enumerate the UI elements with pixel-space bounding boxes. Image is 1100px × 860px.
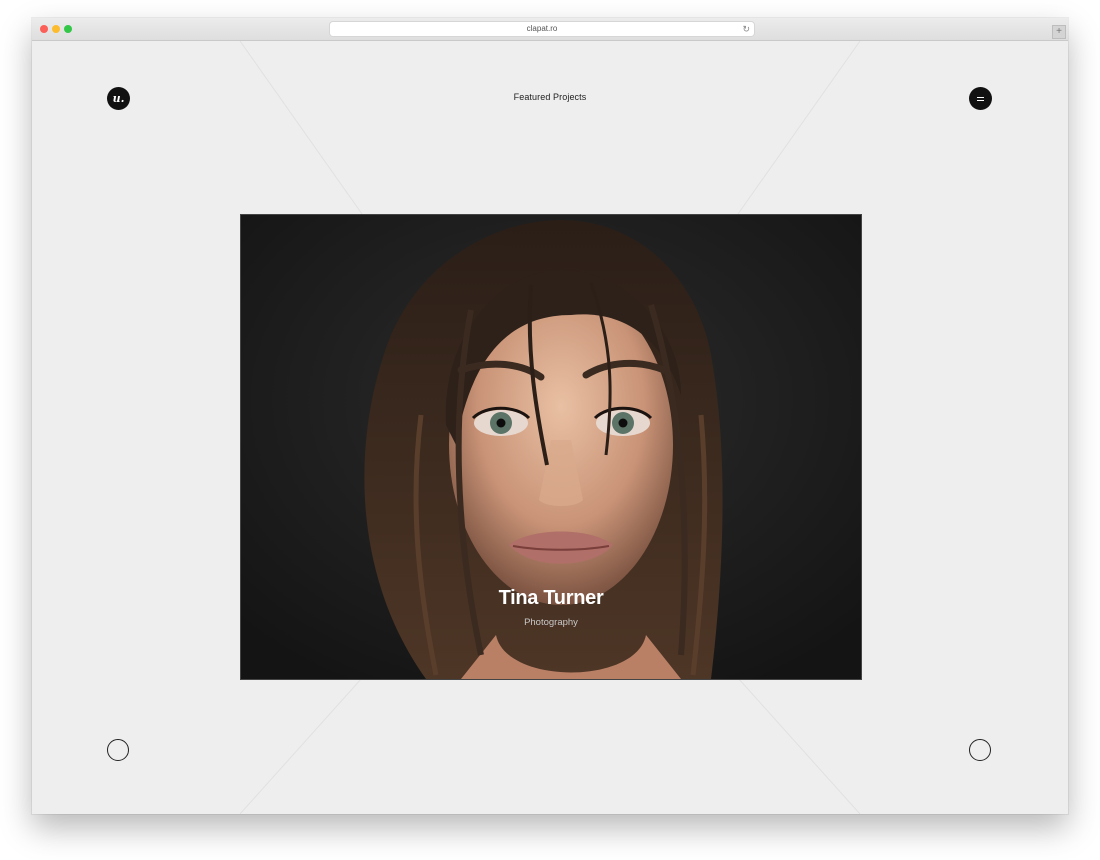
page-content: u. Featured Projects Tina Turner Photogr… <box>32 41 1068 814</box>
menu-button[interactable] <box>969 87 992 110</box>
project-category: Photography <box>524 617 578 628</box>
address-url: clapat.ro <box>526 24 558 33</box>
page-title: Featured Projects <box>513 92 587 102</box>
browser-window: clapat.ro ↻ + u. Featured Projects Tina … <box>32 18 1068 814</box>
reload-icon[interactable]: ↻ <box>742 22 750 36</box>
close-window-button[interactable] <box>40 25 48 33</box>
address-bar[interactable]: clapat.ro ↻ <box>330 22 754 36</box>
next-project-button[interactable] <box>969 739 991 761</box>
minimize-window-button[interactable] <box>52 25 60 33</box>
browser-titlebar: clapat.ro ↻ + <box>32 18 1068 41</box>
site-logo[interactable]: u. <box>107 87 130 110</box>
hamburger-icon <box>977 96 984 98</box>
featured-project-card[interactable]: Tina Turner Photography <box>240 214 862 680</box>
hamburger-icon-line <box>977 99 984 101</box>
zoom-window-button[interactable] <box>64 25 72 33</box>
prev-project-button[interactable] <box>107 739 129 761</box>
new-tab-button[interactable]: + <box>1052 25 1066 39</box>
project-title[interactable]: Tina Turner <box>241 587 861 610</box>
